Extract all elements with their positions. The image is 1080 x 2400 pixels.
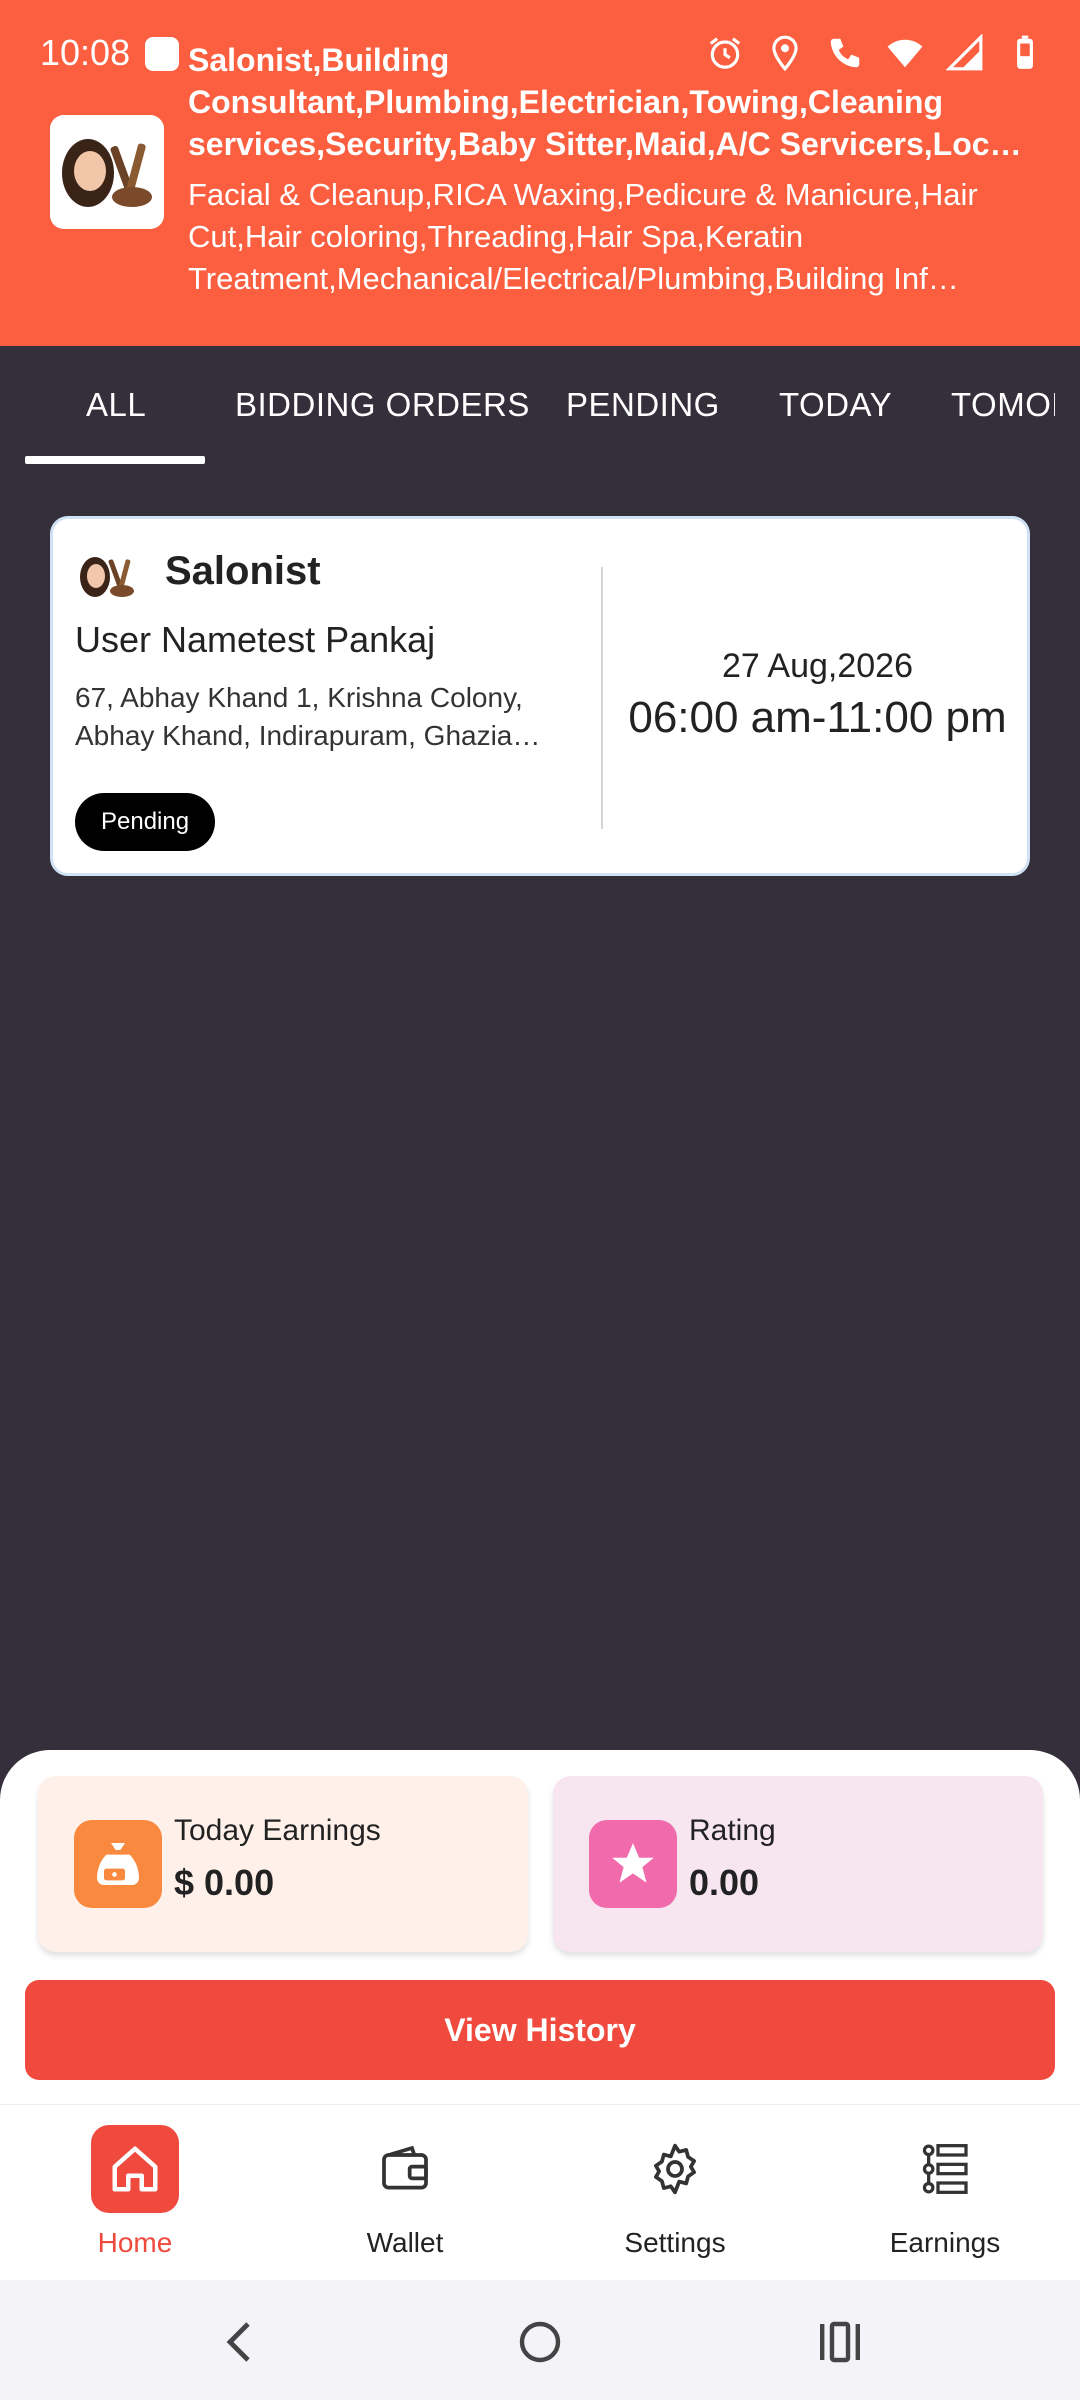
order-user-name: User Nametest Pankaj: [75, 619, 436, 660]
active-tab-indicator: [25, 456, 205, 464]
nav-home-label: Home: [97, 2227, 173, 2258]
address-line: Abhay Khand, Indirapuram, Ghazia…: [75, 720, 541, 751]
bottom-nav: Home Wallet Settings Earnings: [0, 2104, 1080, 2280]
app-header: 10:08 Salonist,Building Consultant,Plumb…: [0, 0, 1080, 346]
tab-bidding-orders[interactable]: BIDDING ORDERS: [235, 386, 530, 424]
services-line: Treatment,Mechanical/Electrical/Plumbing…: [188, 261, 959, 296]
order-card[interactable]: Salonist User Nametest Pankaj 67, Abhay …: [50, 516, 1030, 876]
order-category-title: Salonist: [165, 549, 321, 593]
recents-icon[interactable]: [810, 2314, 870, 2370]
wallet-icon: [361, 2125, 449, 2213]
view-history-button[interactable]: View History: [25, 1980, 1055, 2080]
categories-line: services,Security,Baby Sitter,Maid,A/C S…: [188, 126, 1038, 162]
nav-settings-label: Settings: [624, 2227, 726, 2258]
services-line: Facial & Cleanup,RICA Waxing,Pedicure & …: [188, 177, 978, 212]
system-nav-bar: [0, 2280, 1080, 2400]
tab-pending[interactable]: PENDING: [566, 386, 720, 424]
address-line: 67, Abhay Khand 1, Krishna Colony,: [75, 682, 523, 713]
status-time: 10:08: [40, 32, 131, 73]
salon-logo-icon: [75, 551, 137, 603]
card-divider: [601, 567, 603, 829]
today-earnings-value: $ 0.00: [174, 1862, 275, 1903]
money-bag-icon: [74, 1820, 162, 1908]
back-icon[interactable]: [210, 2314, 270, 2370]
home-circle-icon[interactable]: [510, 2314, 570, 2370]
tab-all[interactable]: ALL: [86, 386, 146, 424]
order-time-range: 06:00 am-11:00 pm: [628, 693, 1007, 742]
today-earnings-card: Today Earnings $ 0.00: [38, 1776, 528, 1952]
rating-card: Rating 0.00: [553, 1776, 1043, 1952]
nav-home[interactable]: Home: [35, 2125, 235, 2275]
star-icon: [589, 1820, 677, 1908]
gear-icon: [631, 2125, 719, 2213]
list-tree-icon: [901, 2125, 989, 2213]
order-tabs: ALL BIDDING ORDERS PENDING TODAY TOMORRO…: [0, 346, 1080, 466]
business-logo: [50, 115, 164, 229]
today-earnings-label: Today Earnings: [174, 1814, 381, 1847]
categories-line: Consultant,Plumbing,Electrician,Towing,C…: [188, 84, 943, 120]
nav-wallet[interactable]: Wallet: [305, 2125, 505, 2275]
notification-dot-icon: [145, 37, 179, 71]
tab-tomorrow[interactable]: TOMORROW: [951, 386, 1055, 424]
tab-today[interactable]: TODAY: [779, 386, 892, 424]
home-icon: [91, 2125, 179, 2213]
status-badge: Pending: [75, 793, 216, 851]
nav-wallet-label: Wallet: [366, 2227, 444, 2258]
nav-earnings-label: Earnings: [889, 2227, 1001, 2258]
nav-settings[interactable]: Settings: [575, 2125, 775, 2275]
order-date: 27 Aug,2026: [722, 647, 913, 685]
rating-label: Rating: [689, 1814, 776, 1847]
services-line: Cut,Hair coloring,Threading,Hair Spa,Ker…: [188, 219, 804, 254]
order-address: 67, Abhay Khand 1, Krishna Colony, Abhay…: [75, 679, 595, 755]
nav-earnings[interactable]: Earnings: [845, 2125, 1045, 2275]
categories-line: Salonist,Building: [188, 42, 450, 78]
rating-value: 0.00: [689, 1862, 760, 1903]
